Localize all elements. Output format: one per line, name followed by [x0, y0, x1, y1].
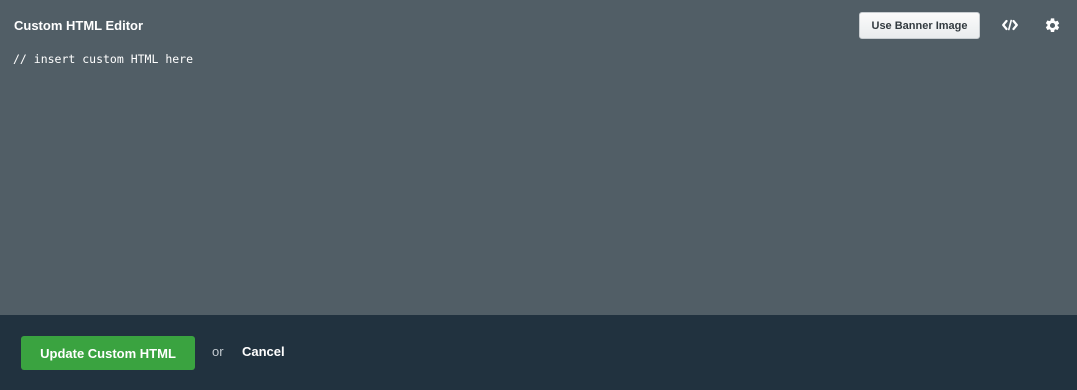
use-banner-image-button[interactable]: Use Banner Image	[859, 12, 980, 39]
update-custom-html-button[interactable]: Update Custom HTML	[21, 336, 195, 370]
code-view-button[interactable]	[1000, 15, 1020, 35]
or-separator-text: or	[212, 344, 224, 359]
gear-icon	[1045, 17, 1059, 32]
html-code-textarea[interactable]: // insert custom HTML here	[13, 52, 1063, 302]
custom-html-editor-panel: Custom HTML Editor Use Banner Image // i…	[0, 0, 1077, 315]
cancel-link[interactable]: Cancel	[242, 344, 285, 360]
code-icon	[1002, 19, 1018, 31]
editor-footer: Update Custom HTML or Cancel	[0, 315, 1077, 390]
settings-button[interactable]	[1042, 15, 1062, 35]
editor-title: Custom HTML Editor	[14, 18, 144, 33]
